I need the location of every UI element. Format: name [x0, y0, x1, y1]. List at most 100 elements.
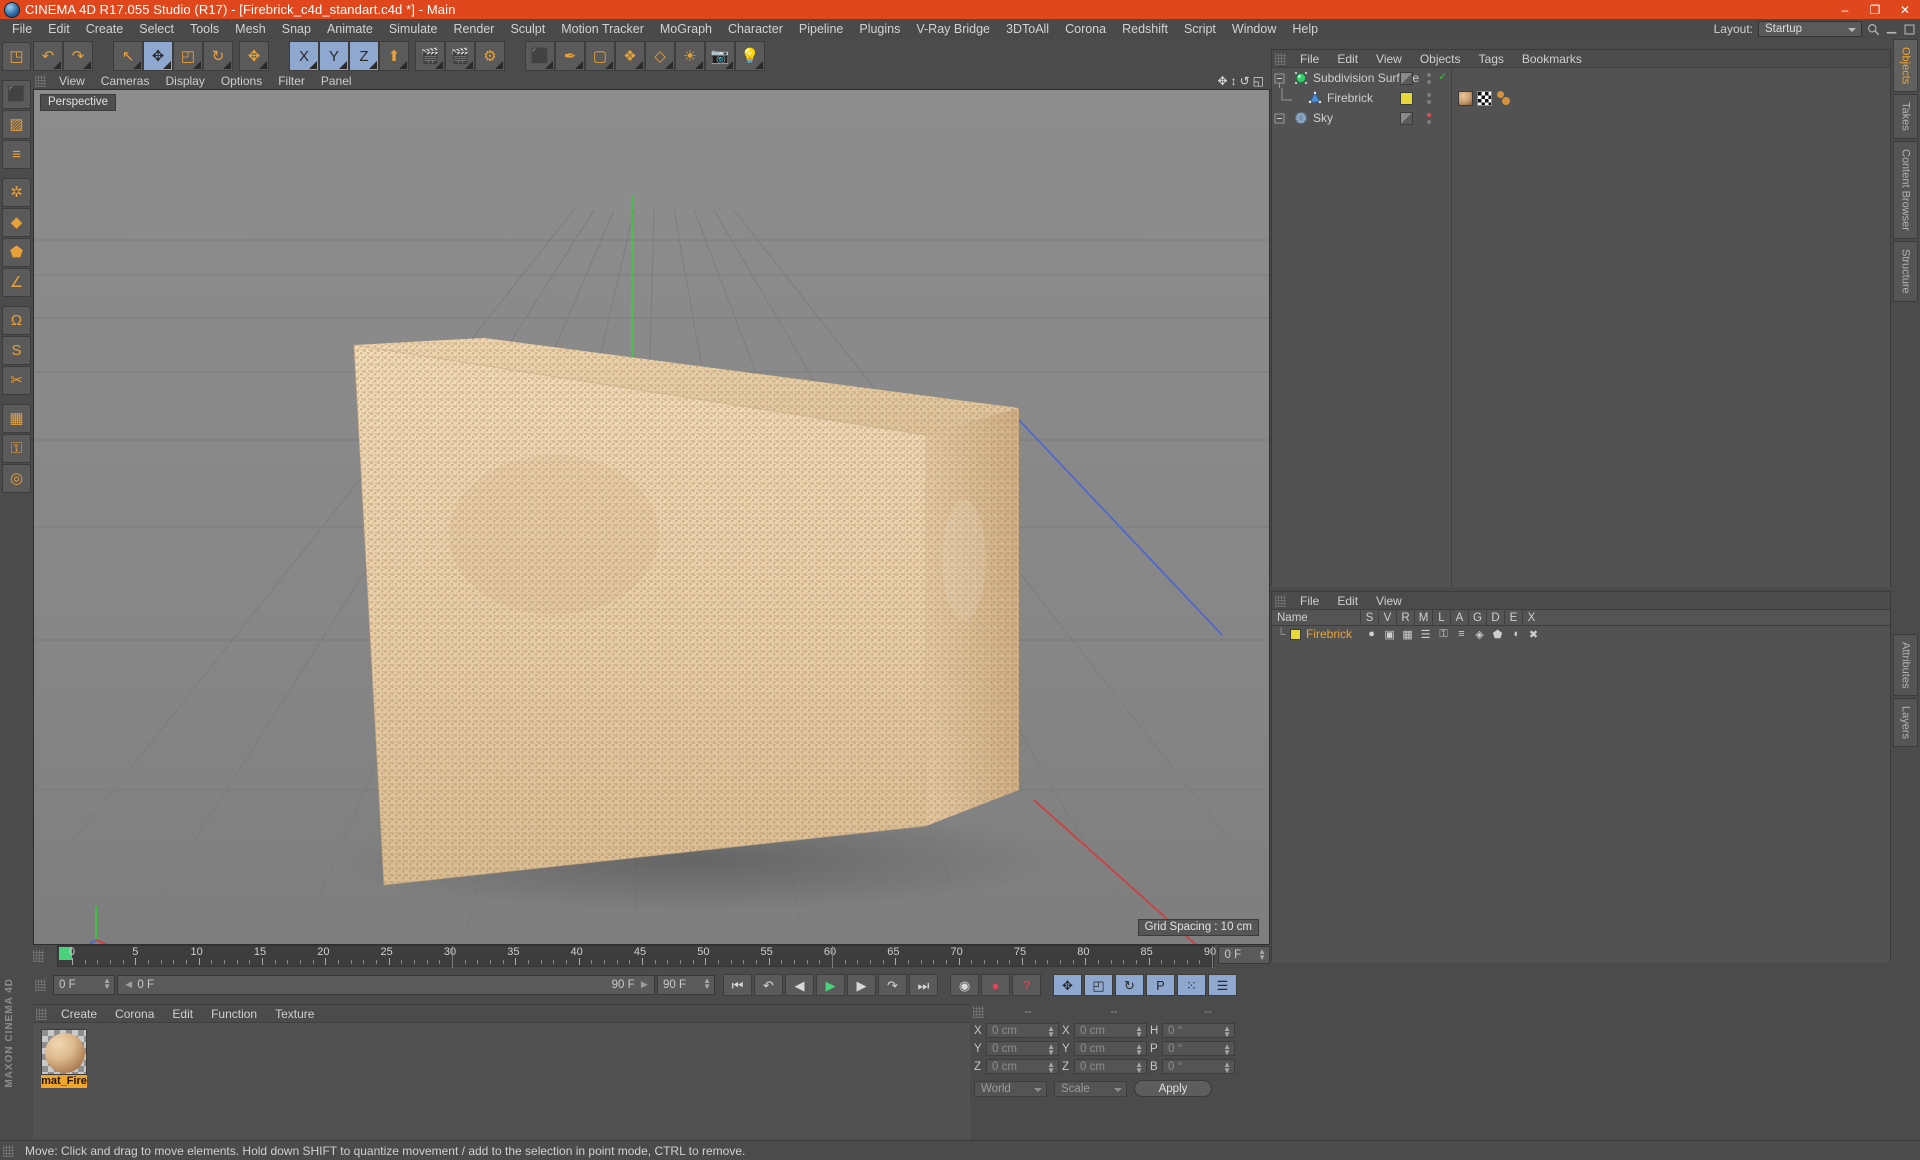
rotate-tool-button[interactable]: ↻ — [203, 41, 233, 71]
flyout-corner-icon[interactable] — [339, 61, 347, 69]
menu-help[interactable]: Help — [1284, 20, 1326, 38]
layer-column-l[interactable]: L — [1432, 609, 1450, 626]
menu-motion-tracker[interactable]: Motion Tracker — [553, 20, 652, 38]
enabled-check-icon[interactable]: ✓ — [1438, 72, 1447, 83]
viewport-menu-cameras[interactable]: Cameras — [93, 74, 158, 88]
record-rotation-button[interactable]: ↻ — [1115, 974, 1144, 996]
panel-grip-icon[interactable] — [973, 1006, 984, 1018]
panel-grip-icon[interactable] — [1275, 594, 1286, 607]
layer-column-a[interactable]: A — [1450, 609, 1468, 626]
keyframe-list-button[interactable]: ☰ — [1208, 974, 1237, 996]
menu-edit[interactable]: Edit — [40, 20, 78, 38]
layer-column-m[interactable]: M — [1414, 609, 1432, 626]
menu-mesh[interactable]: Mesh — [227, 20, 274, 38]
range-right-arrow-icon[interactable]: ► — [639, 979, 654, 991]
viewport-menu-filter[interactable]: Filter — [270, 74, 313, 88]
layer-name-label[interactable]: Firebrick — [1306, 627, 1352, 641]
layer-manager-body[interactable]: └ Firebrick ● ▣ ▦ ☰ ⚿ ≡ ◈ ⬟ ◖ ✖ — [1272, 626, 1890, 962]
lock-axis-tool[interactable]: ⚿ — [2, 434, 31, 463]
live-selection-tool[interactable]: ◳ — [2, 42, 31, 71]
coordinate-mode-select[interactable]: Scale — [1054, 1080, 1127, 1097]
object-row[interactable]: Subdivision Surface ✓ — [1272, 68, 1890, 94]
box-object-tool[interactable]: ⬛ — [2, 80, 31, 109]
right-tab-structure[interactable]: Structure — [1893, 240, 1918, 302]
world-object-coord-button[interactable]: ⬆ — [379, 41, 409, 71]
next-frame-button[interactable]: ▶ — [847, 974, 876, 996]
coordinate-input-size[interactable]: 0 cm ▲ ▼ — [1074, 1041, 1147, 1057]
timeline-end-frame-field[interactable]: 0 F ▲ ▼ — [1218, 946, 1270, 964]
right-tab-content-browser[interactable]: Content Browser — [1893, 141, 1918, 239]
right-tab-layers[interactable]: Layers — [1893, 698, 1918, 748]
autokeying-button[interactable]: ● — [981, 974, 1010, 996]
menu-corona[interactable]: Corona — [1057, 20, 1114, 38]
material-manager-menu-edit[interactable]: Edit — [163, 1007, 202, 1021]
menu-simulate[interactable]: Simulate — [381, 20, 446, 38]
visibility-chip[interactable] — [1400, 72, 1413, 85]
flyout-corner-icon[interactable] — [635, 61, 643, 69]
menu-tools[interactable]: Tools — [182, 20, 227, 38]
coordinate-input-size[interactable]: 0 cm ▲ ▼ — [1074, 1059, 1147, 1075]
flyout-corner-icon[interactable] — [193, 61, 201, 69]
redo-button[interactable]: ↷ — [63, 41, 93, 71]
object-manager-menu-view[interactable]: View — [1367, 52, 1411, 66]
smooth-shift-tool[interactable]: S — [2, 336, 31, 365]
visibility-dots[interactable] — [1422, 88, 1436, 108]
spinner-icon[interactable]: ▲ ▼ — [1223, 1061, 1231, 1075]
menu-create[interactable]: Create — [78, 20, 132, 38]
visibility-dots[interactable] — [1422, 68, 1436, 88]
solo-icon[interactable]: ● — [1364, 628, 1379, 640]
viewport-menu-panel[interactable]: Panel — [313, 74, 360, 88]
visibility-chip[interactable] — [1400, 92, 1413, 105]
frame-range-slider[interactable]: ◄ 0 F 90 F ► — [117, 975, 655, 995]
maximize-button[interactable]: ❐ — [1860, 0, 1890, 19]
layers-tool[interactable]: ≡ — [2, 140, 31, 169]
light-button[interactable]: 💡 — [735, 41, 765, 71]
animation-icon[interactable]: ≡ — [1454, 628, 1469, 640]
move-axis-button[interactable]: ✥ — [239, 41, 269, 71]
layout-view-icon[interactable]: ◱ — [1253, 75, 1264, 87]
undo-button[interactable]: ↶ — [33, 41, 63, 71]
panel-grip-icon[interactable] — [33, 950, 44, 962]
environment-button[interactable]: ☀ — [675, 41, 705, 71]
material-manager-body[interactable]: mat_Fire — [33, 1023, 970, 1139]
coordinate-input-position[interactable]: 0 cm ▲ ▼ — [986, 1041, 1059, 1057]
flyout-corner-icon[interactable] — [309, 61, 317, 69]
menu-script[interactable]: Script — [1176, 20, 1224, 38]
material-manager-menu-corona[interactable]: Corona — [106, 1007, 163, 1021]
flyout-corner-icon[interactable] — [53, 61, 61, 69]
viewport-frame[interactable]: Perspective Grid Spacing : 10 cm — [33, 89, 1270, 945]
flyout-corner-icon[interactable] — [725, 61, 733, 69]
axis-mode-tool[interactable]: ✲ — [2, 178, 31, 207]
panel-grip-icon[interactable] — [36, 1007, 47, 1020]
previous-keyframe-button[interactable]: ↶ — [754, 974, 783, 996]
menu-render[interactable]: Render — [445, 20, 502, 38]
texture-checker-tag[interactable] — [1477, 90, 1492, 106]
object-name-label[interactable]: Sky — [1313, 111, 1333, 125]
flyout-corner-icon[interactable] — [545, 61, 553, 69]
layer-column-g[interactable]: G — [1468, 609, 1486, 626]
object-manager-menu-edit[interactable]: Edit — [1328, 52, 1367, 66]
expressions-icon[interactable]: ◖ — [1508, 628, 1523, 640]
layer-column-r[interactable]: R — [1396, 609, 1414, 626]
view-icon[interactable]: ▣ — [1382, 628, 1397, 641]
keyframe-selection-button[interactable]: ? — [1012, 974, 1041, 996]
spinner-icon[interactable]: ▲ ▼ — [1135, 1025, 1143, 1039]
coordinate-input-rotation[interactable]: 0 ° ▲ ▼ — [1162, 1059, 1235, 1075]
record-scale-button[interactable]: ◰ — [1084, 974, 1113, 996]
scale-tool-button[interactable]: ◰ — [173, 41, 203, 71]
coordinate-input-rotation[interactable]: 0 ° ▲ ▼ — [1162, 1041, 1235, 1057]
go-to-end-button[interactable]: ⏭ — [909, 974, 938, 996]
y-axis-lock-button[interactable]: Y — [319, 41, 349, 71]
flyout-corner-icon[interactable] — [605, 61, 613, 69]
nurbs-object-button[interactable]: ▢ — [585, 41, 615, 71]
point-level-animation-button[interactable]: ⁙ — [1177, 974, 1206, 996]
flyout-corner-icon[interactable] — [133, 61, 141, 69]
material-manager-menu-texture[interactable]: Texture — [266, 1007, 323, 1021]
flyout-corner-icon[interactable] — [695, 61, 703, 69]
menu-window[interactable]: Window — [1224, 20, 1284, 38]
pan-view-icon[interactable]: ✥ — [1218, 75, 1228, 87]
layer-column-s[interactable]: S — [1360, 609, 1378, 626]
window-minimize-icon[interactable] — [1885, 23, 1898, 36]
panel-grip-icon[interactable] — [3, 1144, 14, 1157]
flyout-corner-icon[interactable] — [465, 61, 473, 69]
